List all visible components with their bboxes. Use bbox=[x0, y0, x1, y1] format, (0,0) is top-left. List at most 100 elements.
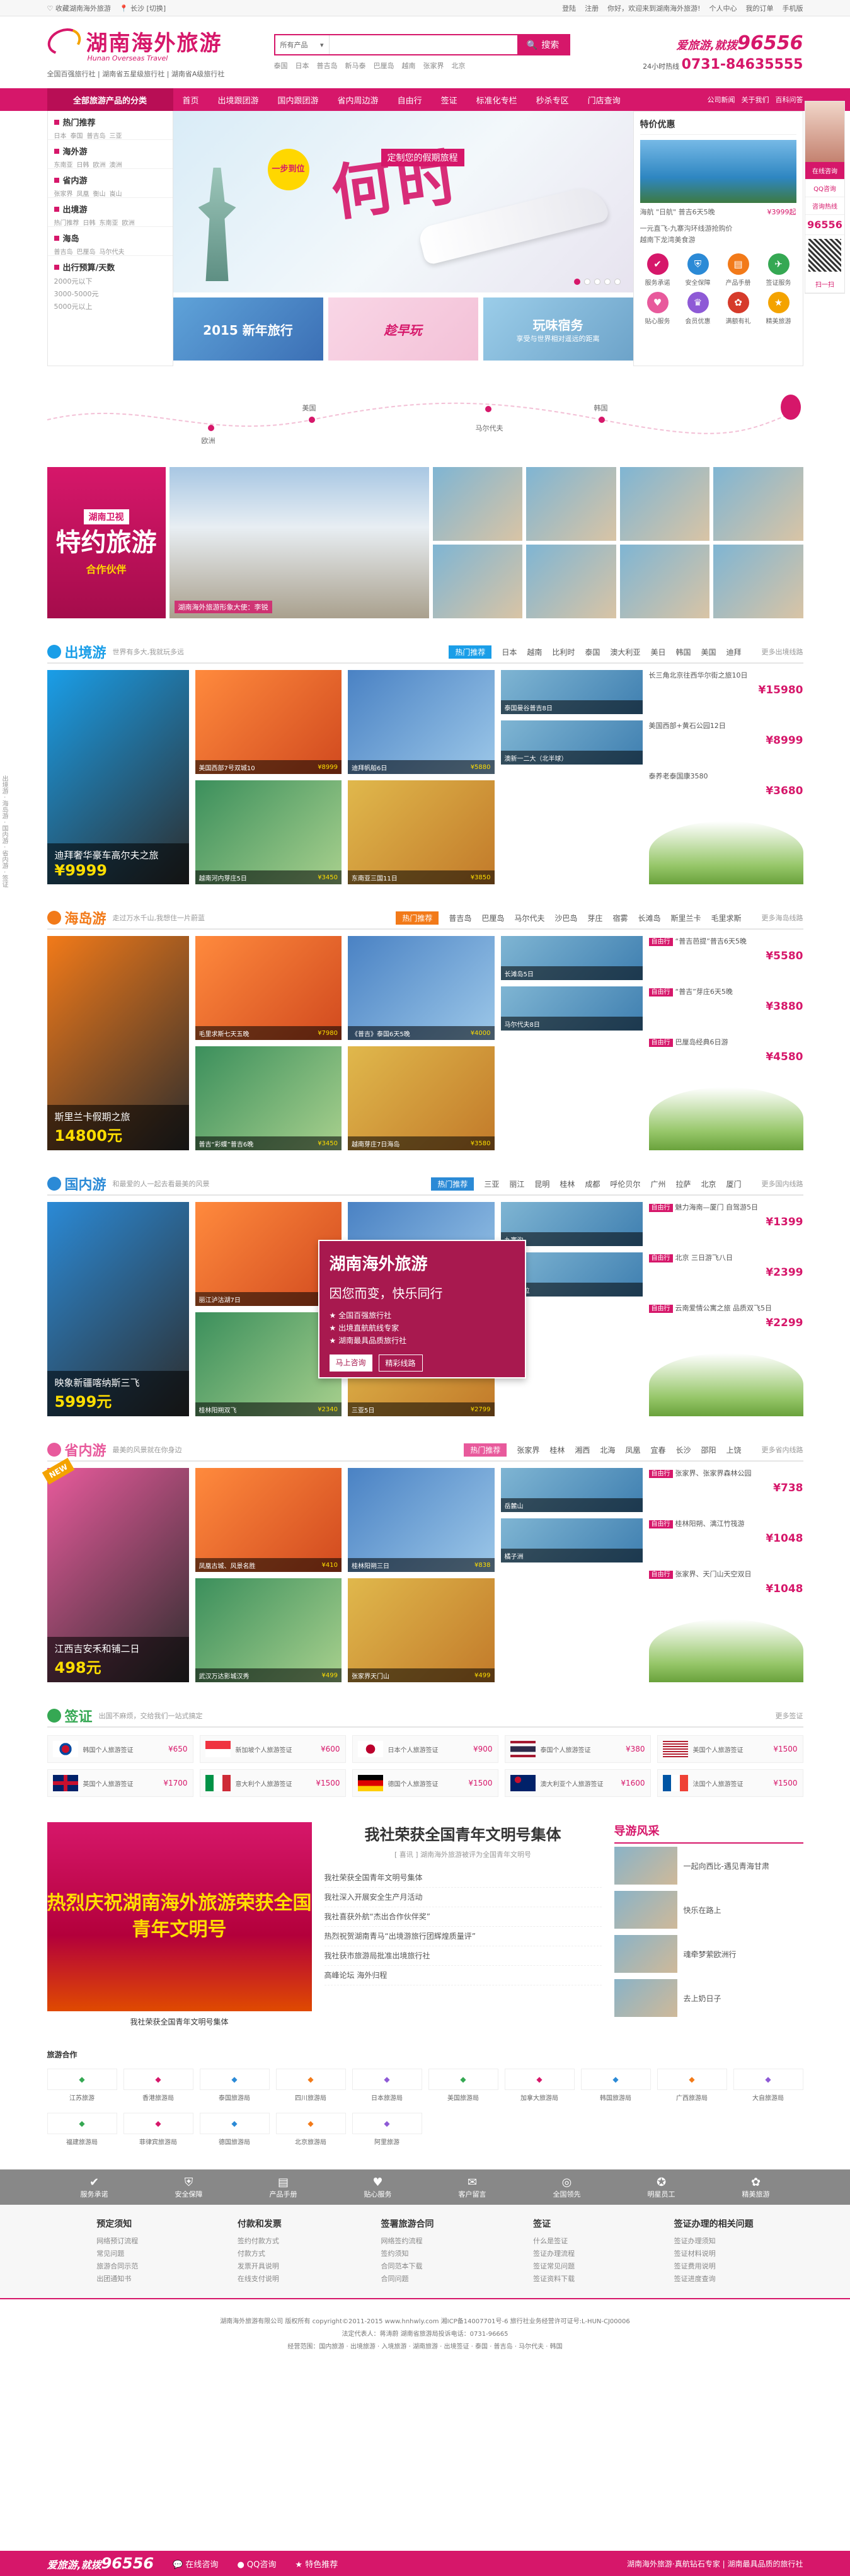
hotword[interactable]: 普吉岛 bbox=[317, 61, 338, 71]
section-tab-hot[interactable]: 热门推荐 bbox=[464, 1443, 507, 1457]
product-tile[interactable]: 张家界天门山 ¥499 bbox=[348, 1578, 495, 1682]
side-product[interactable]: 自由行 巴厘岛经典6日游 ¥4580 bbox=[648, 1037, 803, 1081]
visa-item[interactable]: 新加坡个人旅游签证 ¥600 bbox=[199, 1735, 346, 1763]
hotword[interactable]: 张家界 bbox=[423, 61, 444, 71]
special-item-name[interactable]: 海航 "日航" 普吉6天5晚 bbox=[640, 207, 715, 217]
visa-item[interactable]: 德国个人旅游签证 ¥1500 bbox=[352, 1769, 498, 1797]
section-tab[interactable]: 丽江 bbox=[509, 1179, 524, 1189]
news-item[interactable]: 热烈祝贺湖南青马“出境游旅行团辉煌质量评” bbox=[324, 1927, 602, 1946]
section-tab[interactable]: 长滩岛 bbox=[638, 913, 660, 923]
bottom-special-button[interactable]: ★ 特色推荐 bbox=[295, 2558, 338, 2570]
section-tab[interactable]: 呼伦贝尔 bbox=[610, 1179, 640, 1189]
section-tab[interactable]: 湘西 bbox=[575, 1445, 590, 1455]
banner-dot[interactable] bbox=[614, 279, 621, 285]
section-tab[interactable]: 北海 bbox=[600, 1445, 615, 1455]
section-feature[interactable]: 迪拜奢华豪车高尔夫之旅 ¥9999 bbox=[47, 670, 189, 884]
service-bar-item[interactable]: ⛨ 安全保障 bbox=[175, 2176, 203, 2199]
section-tab-hot[interactable]: 热门推荐 bbox=[396, 911, 439, 925]
side-product[interactable]: 自由行 北京 三日游飞八日 ¥2399 bbox=[648, 1252, 803, 1297]
side-product[interactable]: 泰养老泰国康3580 ¥3680 bbox=[649, 771, 803, 815]
section-tab[interactable]: 长沙 bbox=[675, 1445, 691, 1455]
news-item[interactable]: 我社荣获全国青年文明号集体 bbox=[324, 1868, 602, 1888]
partner-item[interactable]: ◆ 日本旅游局 bbox=[352, 2069, 422, 2106]
footer-link[interactable]: 签证办理流程 bbox=[533, 2248, 575, 2260]
feature-photo[interactable] bbox=[713, 545, 803, 618]
footer-link[interactable]: 签证进度查询 bbox=[674, 2273, 754, 2285]
footer-link[interactable]: 旅游合同示范 bbox=[96, 2260, 138, 2273]
feature-photo[interactable] bbox=[619, 545, 709, 618]
feature-main-image[interactable]: 湖南海外旅游形象大使：李锐 bbox=[169, 467, 429, 618]
service-item[interactable]: ★ 精美旅游 bbox=[761, 292, 796, 325]
nav-item-free-travel[interactable]: 自由行 bbox=[388, 88, 432, 111]
footer-link[interactable]: 签约须知 bbox=[381, 2248, 434, 2260]
search-input[interactable] bbox=[329, 35, 517, 54]
section-tab[interactable]: 斯里兰卡 bbox=[670, 913, 701, 923]
section-tab[interactable]: 凤凰 bbox=[625, 1445, 640, 1455]
section-tab[interactable]: 比利时 bbox=[552, 647, 575, 657]
section-tab[interactable]: 成都 bbox=[585, 1179, 600, 1189]
hotword[interactable]: 泰国 bbox=[274, 61, 288, 71]
floor-tab[interactable]: 海岛游 bbox=[1, 800, 8, 819]
ad-routes-button[interactable]: 精彩线路 bbox=[378, 1354, 423, 1372]
promo-banner[interactable]: 趁早玩 bbox=[328, 297, 478, 361]
product-tile[interactable]: 桂林阳朔三日 ¥838 bbox=[348, 1468, 495, 1572]
service-item[interactable]: ✔ 服务承诺 bbox=[640, 253, 675, 287]
category-menu-button[interactable]: 全部旅游产品的分类 bbox=[47, 88, 173, 111]
nav-faq-link[interactable]: 百科问答 bbox=[776, 95, 803, 105]
section-feature[interactable]: NEW 江西吉安禾和铺二日 498元 bbox=[42, 1457, 189, 1682]
city-switch[interactable]: 📍 长沙 [切换] bbox=[120, 3, 166, 13]
news-item[interactable]: 我社深入开展安全生产月活动 bbox=[324, 1888, 602, 1907]
section-tab[interactable]: 泰国 bbox=[585, 647, 600, 657]
side-group[interactable]: 出行预算/天数 2000元以下 3000-5000元 5000元以上 bbox=[48, 256, 173, 318]
hotword[interactable]: 北京 bbox=[452, 61, 466, 71]
service-bar-item[interactable]: ✔ 服务承诺 bbox=[81, 2176, 108, 2199]
service-item[interactable]: ♥ 贴心服务 bbox=[640, 292, 675, 325]
partner-item[interactable]: ◆ 广西旅游局 bbox=[657, 2069, 727, 2106]
service-bar-item[interactable]: ✪ 明星员工 bbox=[648, 2176, 675, 2199]
side-product[interactable]: 自由行 “普吉”芽庄6天5晚 ¥3880 bbox=[648, 986, 803, 1031]
section-tab[interactable]: 越南 bbox=[527, 647, 542, 657]
footer-link[interactable]: 签证常见问题 bbox=[533, 2260, 575, 2273]
promo-banner[interactable]: 2015 新年旅行 bbox=[173, 297, 323, 361]
footer-link[interactable]: 常见问题 bbox=[96, 2248, 138, 2260]
section-tab[interactable]: 上饶 bbox=[726, 1445, 741, 1455]
partner-item[interactable]: ◆ 四川旅游局 bbox=[275, 2069, 346, 2106]
nav-item-stores[interactable]: 门店查询 bbox=[578, 88, 630, 111]
feature-photo[interactable] bbox=[432, 467, 522, 541]
section-tab[interactable]: 美国 bbox=[701, 647, 716, 657]
floor-tab[interactable]: 签证 bbox=[1, 875, 8, 887]
service-item[interactable]: ⛨ 安全保障 bbox=[681, 253, 716, 287]
hotword[interactable]: 巴厘岛 bbox=[374, 61, 394, 71]
visa-item[interactable]: 美国个人旅游签证 ¥1500 bbox=[657, 1735, 803, 1763]
section-tab[interactable]: 毛里求斯 bbox=[711, 913, 741, 923]
search-category-select[interactable]: 所有产品 ▾ bbox=[275, 35, 330, 54]
section-tab[interactable]: 沙巴岛 bbox=[554, 913, 577, 923]
visa-item[interactable]: 泰国个人旅游签证 ¥380 bbox=[504, 1735, 651, 1763]
feature-photo[interactable] bbox=[619, 467, 709, 541]
product-tile[interactable]: 武汉万达影城汉秀 ¥499 bbox=[195, 1578, 342, 1682]
side-product[interactable]: 自由行 桂林阳朔、漓江竹筏游 ¥1048 bbox=[648, 1518, 803, 1562]
nav-item-home[interactable]: 首页 bbox=[173, 88, 209, 111]
section-tab-hot[interactable]: 热门推荐 bbox=[431, 1177, 474, 1191]
product-tile[interactable]: 越南芽庄7日海岛 ¥3580 bbox=[348, 1046, 495, 1150]
service-bar-item[interactable]: ✉ 客户留言 bbox=[459, 2176, 486, 2199]
section-tab[interactable]: 美日 bbox=[650, 647, 665, 657]
nav-item-outbound[interactable]: 出境跟团游 bbox=[209, 88, 268, 111]
side-image[interactable]: 岳麓山 bbox=[500, 1468, 643, 1512]
news-image-block[interactable]: 热烈庆祝湖南海外旅游荣获全国青年文明号 我社荣获全国青年文明号集体 bbox=[47, 1822, 312, 2036]
bottom-qq-button[interactable]: ● QQ咨询 bbox=[237, 2558, 276, 2570]
partner-item[interactable]: ◆ 北京旅游局 bbox=[275, 2113, 346, 2151]
partner-item[interactable]: ◆ 菲律宾旅游局 bbox=[123, 2113, 193, 2151]
brand-ad-card[interactable]: 湖南海外旅游 因您而变，快乐同行 ★ 全国百强旅行社 ★ 出境直航航线专家 ★ … bbox=[318, 1240, 526, 1378]
nav-item-standard[interactable]: 标准化专栏 bbox=[467, 88, 527, 111]
guide-item[interactable]: 一起向西比-遇见青海甘肃 bbox=[614, 1844, 803, 1888]
hotword[interactable]: 日本 bbox=[296, 61, 309, 71]
service-bar-item[interactable]: ✿ 精美旅游 bbox=[742, 2176, 770, 2199]
special-image[interactable] bbox=[640, 140, 796, 203]
section-tab[interactable]: 澳大利亚 bbox=[610, 647, 640, 657]
side-product[interactable]: 自由行 云南爱情公寓之旅 品质双飞5日 ¥2299 bbox=[648, 1303, 803, 1347]
news-item[interactable]: 我社喜获外航“杰出合作伙伴奖” bbox=[324, 1907, 602, 1927]
side-group[interactable]: 热门推荐 日本 泰国 普吉岛 三亚 bbox=[47, 111, 173, 140]
my-orders-link[interactable]: 我的订单 bbox=[746, 3, 774, 13]
mobile-link[interactable]: 手机版 bbox=[783, 3, 803, 13]
